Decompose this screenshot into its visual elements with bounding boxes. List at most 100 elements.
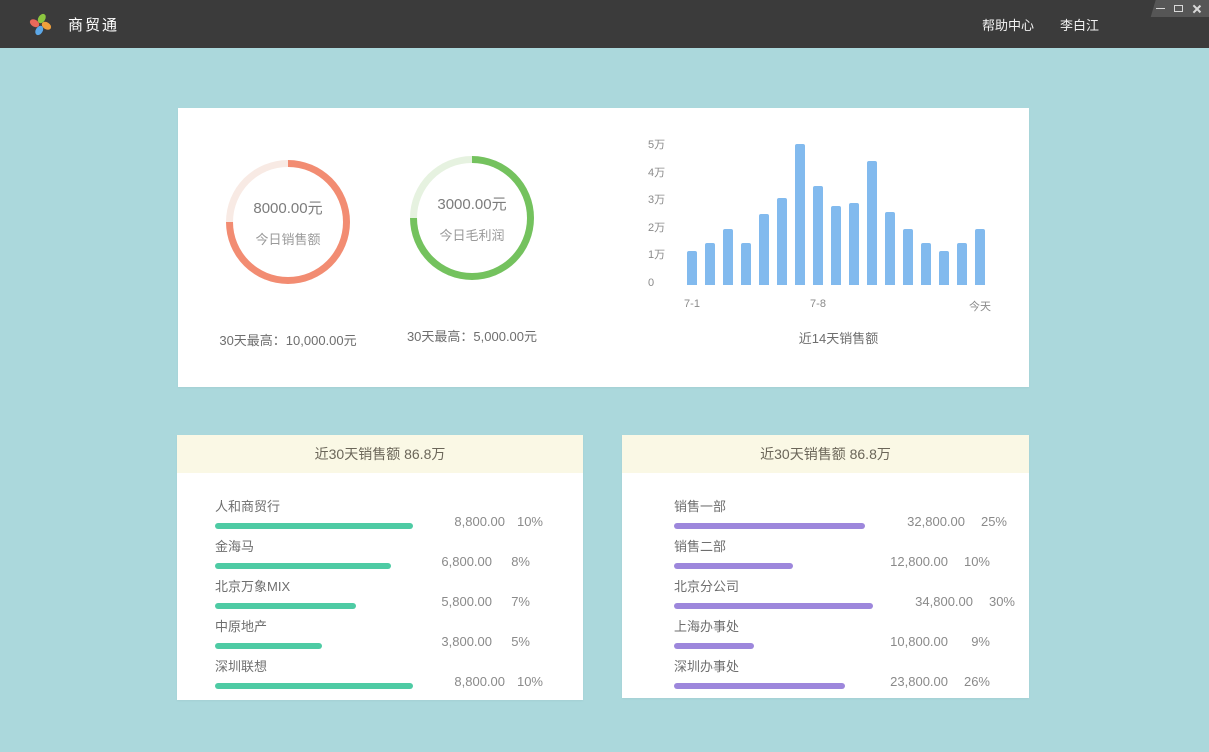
rank-item-bar [215,683,413,689]
chart-bar [849,203,859,285]
today-profit-donut-ring: 3000.00元 今日毛利润 [410,156,534,280]
rank-item-name: 上海办事处 [674,616,848,635]
maximize-button[interactable] [1174,5,1183,12]
rank-item-bar [215,643,400,649]
today-sales-value: 8000.00元 [253,197,322,218]
chart-caption: 近14天销售额 [687,328,990,347]
department-rank-list: 销售一部 32,800.00 25% 销售二部 12,800.00 10% 北京… [622,473,1029,689]
rank-item-name: 深圳办事处 [674,656,848,675]
today-profit-label: 今日毛利润 [439,225,504,244]
rank-item-amount: 12,800.00 [848,554,948,569]
rank-row[interactable]: 上海办事处 10,800.00 9% [674,610,990,649]
rank-item-name: 销售一部 [674,496,865,515]
x-axis-label: 今天 [969,298,991,314]
customer-rank-title: 近30天销售额 86.8万 [177,435,583,473]
rank-item-bar [674,643,848,649]
rank-row[interactable]: 销售二部 12,800.00 10% [674,530,990,569]
rank-item-bar [674,603,873,609]
rank-row[interactable]: 中原地产 3,800.00 5% [215,610,530,649]
chart-bar [705,243,715,285]
rank-item-name: 金海马 [215,536,400,555]
rank-row[interactable]: 深圳办事处 23,800.00 26% [674,650,990,689]
chart-bar [795,144,805,285]
rank-item-percent: 8% [492,554,530,569]
rank-item-amount: 23,800.00 [848,674,948,689]
y-axis: 5万4万3万2万1万0 [648,138,665,290]
overview-card: 8000.00元 今日销售额 30天最高：10,000.00元 3000.00元… [178,108,1029,387]
rank-item-amount: 34,800.00 [873,594,973,609]
y-axis-label: 5万 [648,138,665,152]
rank-row[interactable]: 金海马 6,800.00 8% [215,530,530,569]
y-axis-label: 3万 [648,193,665,207]
y-axis-label: 4万 [648,166,665,180]
rank-item-amount: 5,800.00 [400,594,492,609]
rank-item-amount: 8,800.00 [413,674,505,689]
rank-item-name: 北京分公司 [674,576,873,595]
chart-bar [723,229,733,285]
rank-row[interactable]: 北京分公司 34,800.00 30% [674,570,990,609]
x-axis: 7-1 7-8 今天 [687,298,999,312]
chart-bar [939,251,949,285]
chart-bar [975,229,985,285]
titlebar: 商贸通 帮助中心 李白江 [0,0,1209,48]
chart-bar [777,198,787,285]
rank-item-percent: 30% [973,594,1015,609]
window-controls [1147,0,1209,17]
rank-item-amount: 3,800.00 [400,634,492,649]
y-axis-label: 1万 [648,248,665,262]
bar-series [687,144,999,285]
rank-item-name: 人和商贸行 [215,496,413,515]
rank-item-bar [674,523,865,529]
rank-row[interactable]: 北京万象MIX 5,800.00 7% [215,570,530,609]
rank-item-name: 北京万象MIX [215,576,400,595]
rank-row[interactable]: 深圳联想 8,800.00 10% [215,650,530,689]
rank-item-percent: 10% [948,554,990,569]
chart-bar [759,214,769,285]
chart-bar [903,229,913,285]
today-sales-30d-max: 30天最高：10,000.00元 [188,330,388,349]
rank-item-amount: 32,800.00 [865,514,965,529]
chart-bar [921,243,931,285]
chart-bar [957,243,967,285]
rank-item-amount: 8,800.00 [413,514,505,529]
minimize-button[interactable] [1156,8,1165,9]
rank-item-amount: 6,800.00 [400,554,492,569]
chart-bar [867,161,877,285]
rank-item-percent: 26% [948,674,990,689]
close-button[interactable] [1192,4,1201,13]
today-profit-value: 3000.00元 [437,193,506,214]
chart-bar [687,251,697,285]
rank-item-percent: 10% [505,514,543,529]
rank-item-percent: 9% [948,634,990,649]
customer-rank-card: 近30天销售额 86.8万 人和商贸行 8,800.00 10% 金海马 6,8… [177,435,583,700]
rank-item-bar [674,563,848,569]
app-title: 商贸通 [68,14,119,35]
today-profit-gauge: 3000.00元 今日毛利润 30天最高：5,000.00元 [372,156,572,345]
today-sales-gauge: 8000.00元 今日销售额 30天最高：10,000.00元 [188,160,388,349]
rank-row[interactable]: 销售一部 32,800.00 25% [674,490,990,529]
chart-bar [813,186,823,285]
rank-item-name: 深圳联想 [215,656,413,675]
today-profit-30d-max: 30天最高：5,000.00元 [372,326,572,345]
rank-item-bar [215,603,400,609]
rank-item-percent: 25% [965,514,1007,529]
rank-item-bar [674,683,848,689]
rank-item-name: 中原地产 [215,616,400,635]
rank-item-percent: 5% [492,634,530,649]
x-axis-label: 7-8 [810,298,826,310]
user-name-menu[interactable]: 李白江 [1060,15,1099,34]
today-sales-label: 今日销售额 [255,229,320,248]
app-logo-pinwheel-icon [26,10,54,38]
rank-item-amount: 10,800.00 [848,634,948,649]
rank-item-bar [215,523,413,529]
chart-bar [741,243,751,285]
rank-row[interactable]: 人和商贸行 8,800.00 10% [215,490,530,529]
y-axis-label: 2万 [648,221,665,235]
help-center-link[interactable]: 帮助中心 [982,15,1034,34]
customer-rank-list: 人和商贸行 8,800.00 10% 金海马 6,800.00 8% 北京万象M… [177,473,583,689]
rank-item-percent: 10% [505,674,543,689]
chart-bar [831,206,841,285]
sales-14d-bar-chart: 5万4万3万2万1万0 7-17-8今天 近14天销售额 [638,138,1028,353]
rank-item-bar [215,563,400,569]
x-axis-label: 7-1 [684,298,700,310]
